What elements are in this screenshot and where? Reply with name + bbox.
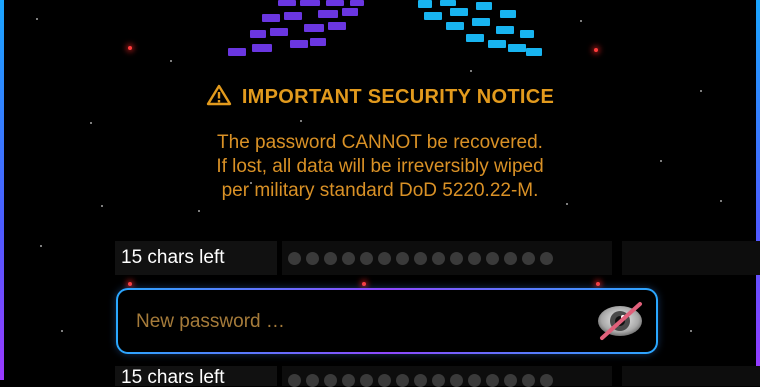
password-dot (522, 374, 535, 387)
password-dot (540, 374, 553, 387)
new-password-field[interactable] (116, 288, 658, 354)
password-dot (306, 251, 319, 265)
password-dot (540, 251, 553, 265)
password-dot (378, 374, 391, 387)
notice-line-3: per military standard DoD 5220.22-M. (221, 180, 539, 201)
security-notice-text: The password CANNOT be recovered. If los… (0, 131, 760, 203)
password-dot (396, 251, 409, 265)
password-dot (324, 374, 337, 387)
password-dot (414, 251, 427, 265)
password-strength-dots (282, 241, 612, 275)
password-dot (342, 251, 355, 265)
chars-left-label: 15 chars left (115, 241, 277, 275)
password-row-extra (622, 241, 760, 275)
password-dot (450, 251, 463, 265)
notice-title-text: IMPORTANT SECURITY NOTICE (241, 86, 555, 108)
new-password-input[interactable] (134, 290, 578, 354)
password-dot (378, 251, 391, 265)
password-dot (432, 251, 445, 265)
password-dot (414, 374, 427, 387)
password-dot (306, 374, 319, 387)
password-dot (468, 374, 481, 387)
password-dot (360, 251, 373, 265)
password-dot (432, 374, 445, 387)
password-dot (504, 251, 517, 265)
password-dot (486, 251, 499, 265)
password-strength-dots-2 (282, 366, 612, 387)
warning-triangle-icon (206, 84, 232, 112)
chars-left-label-2: 15 chars left (115, 366, 277, 386)
security-notice-heading: IMPORTANT SECURITY NOTICE (0, 84, 760, 112)
app-logo-icon (228, 0, 542, 56)
password-dot (324, 251, 337, 265)
password-dot (522, 251, 535, 265)
password-dot (468, 251, 481, 265)
password-row-extra-2 (622, 366, 760, 386)
password-dot (288, 374, 301, 387)
password-dot (450, 374, 463, 387)
password-dot (342, 374, 355, 387)
password-dot (360, 374, 373, 387)
password-dot (396, 374, 409, 387)
notice-line-1: The password CANNOT be recovered. (217, 132, 543, 153)
password-dot (504, 374, 517, 387)
password-dot (486, 374, 499, 387)
password-dot (288, 251, 301, 265)
notice-line-2: If lost, all data will be irreversibly w… (216, 156, 544, 177)
eye-slash-icon[interactable] (594, 298, 646, 344)
